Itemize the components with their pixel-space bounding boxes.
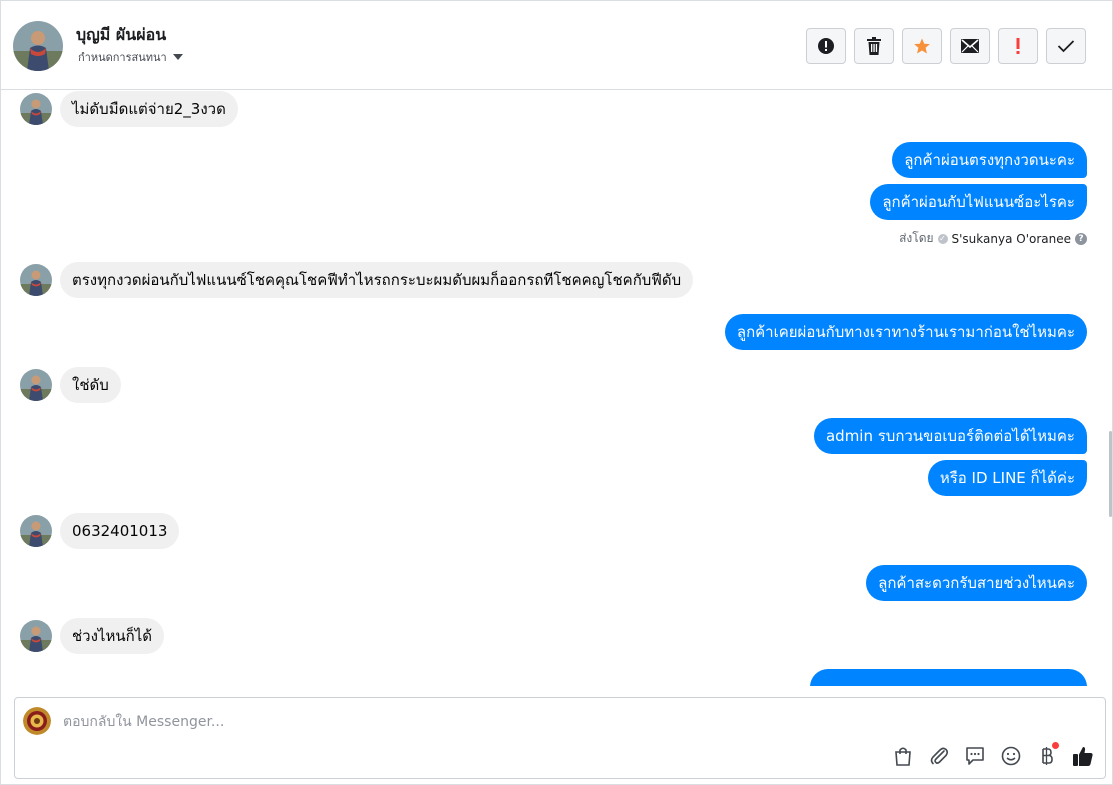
conversation-header: บุญมี ผันผ่อน กำหนดการสนทนา [1, 1, 1112, 90]
message-bubble[interactable]: ไม่ดับมืดแต่จ่าย2_3งวด [60, 91, 238, 127]
delete-button[interactable] [854, 28, 894, 64]
conversation-label-text: กำหนดการสนทนา [78, 51, 167, 64]
outgoing-message[interactable]: หรือ ID LINE ก็ได้ค่ะ [927, 460, 1087, 496]
message-bubble[interactable]: 0632401013 [60, 513, 180, 549]
verified-check-icon: ✓ [937, 233, 948, 244]
outgoing-message[interactable]: admin รบกวนขอเบอร์ติดต่อได้ไหมคะ [813, 418, 1087, 454]
scrollbar-thumb[interactable] [1109, 431, 1112, 517]
done-icon [1057, 40, 1075, 53]
sent-by-info: ส่งโดย ✓ S'sukanya O'oranee ? [899, 229, 1087, 248]
help-icon[interactable]: ? [1075, 232, 1087, 245]
mark-important-button[interactable] [998, 28, 1038, 64]
contact-avatar-small [20, 93, 52, 125]
saved-replies-icon [966, 747, 984, 765]
baht-payment-icon [1042, 747, 1053, 765]
conversation-toolbar [806, 28, 1086, 64]
page-avatar [23, 707, 51, 735]
mark-spam-button[interactable] [806, 28, 846, 64]
thumbs-up-icon [1073, 747, 1093, 766]
outgoing-message[interactable]: ลูกค้าสะดวกรับสายช่วงไหนคะ [866, 565, 1087, 601]
important-icon [1016, 38, 1020, 54]
like-button[interactable] [1071, 744, 1095, 768]
sent-by-label: ส่งโดย [899, 231, 934, 245]
mark-unread-button[interactable] [950, 28, 990, 64]
shop-button[interactable] [891, 744, 915, 768]
message-thread[interactable]: ไม่ดับมืดแต่จ่าย2_3งวด ลูกค้าผ่อนตรงทุกง… [1, 91, 1112, 686]
emoji-button[interactable] [999, 744, 1023, 768]
composer-tools [891, 742, 1095, 768]
inbox-conversation-panel: บุญมี ผันผ่อน กำหนดการสนทนา ไม่ดับมืดแต่… [0, 0, 1113, 785]
spam-icon [818, 38, 834, 54]
outgoing-message-partial[interactable] [810, 669, 1087, 686]
incoming-message: ไม่ดับมืดแต่จ่าย2_3งวด [20, 91, 238, 127]
star-button[interactable] [902, 28, 942, 64]
contact-avatar-small [20, 620, 52, 652]
attach-button[interactable] [927, 744, 951, 768]
message-bubble[interactable]: ตรงทุกงวดผ่อนกับไฟแนนซ์โชคคุณโชคฟีทำไหรถ… [60, 262, 694, 298]
reply-composer [14, 697, 1106, 779]
incoming-message: ตรงทุกงวดผ่อนกับไฟแนนซ์โชคคุณโชคฟีทำไหรถ… [20, 262, 694, 298]
contact-avatar-small [20, 264, 52, 296]
shopping-bag-icon [895, 747, 911, 766]
payment-button[interactable] [1035, 742, 1059, 768]
outgoing-message[interactable]: ลูกค้าเคยผ่อนกับทางเราทางร้านเรามาก่อนใช… [724, 314, 1087, 350]
contact-avatar[interactable] [13, 21, 63, 71]
contact-name: บุญมี ผันผ่อน [76, 25, 167, 44]
trash-icon [867, 37, 881, 55]
star-icon [914, 38, 930, 54]
conversation-label-dropdown[interactable]: กำหนดการสนทนา [78, 48, 183, 66]
incoming-message: ใช่ดับ [20, 367, 121, 403]
caret-down-icon [172, 54, 183, 60]
reply-input[interactable] [63, 710, 863, 734]
paperclip-icon [930, 747, 949, 765]
outgoing-message[interactable]: ลูกค้าผ่อนตรงทุกงวดนะคะ [892, 142, 1087, 178]
saved-replies-button[interactable] [963, 744, 987, 768]
outgoing-message[interactable]: ลูกค้าผ่อนกับไฟแนนซ์อะไรคะ [870, 184, 1087, 220]
incoming-message: ช่วงไหนก็ได้ [20, 618, 164, 654]
incoming-message: 0632401013 [20, 513, 180, 549]
notification-dot [1052, 742, 1059, 749]
emoji-icon [1001, 746, 1021, 766]
contact-avatar-small [20, 369, 52, 401]
envelope-icon [961, 39, 979, 53]
contact-avatar-small [20, 515, 52, 547]
sent-by-agent: S'sukanya O'oranee [951, 231, 1071, 246]
message-bubble[interactable]: ใช่ดับ [60, 367, 121, 403]
mark-done-button[interactable] [1046, 28, 1086, 64]
message-bubble[interactable]: ช่วงไหนก็ได้ [60, 618, 164, 654]
